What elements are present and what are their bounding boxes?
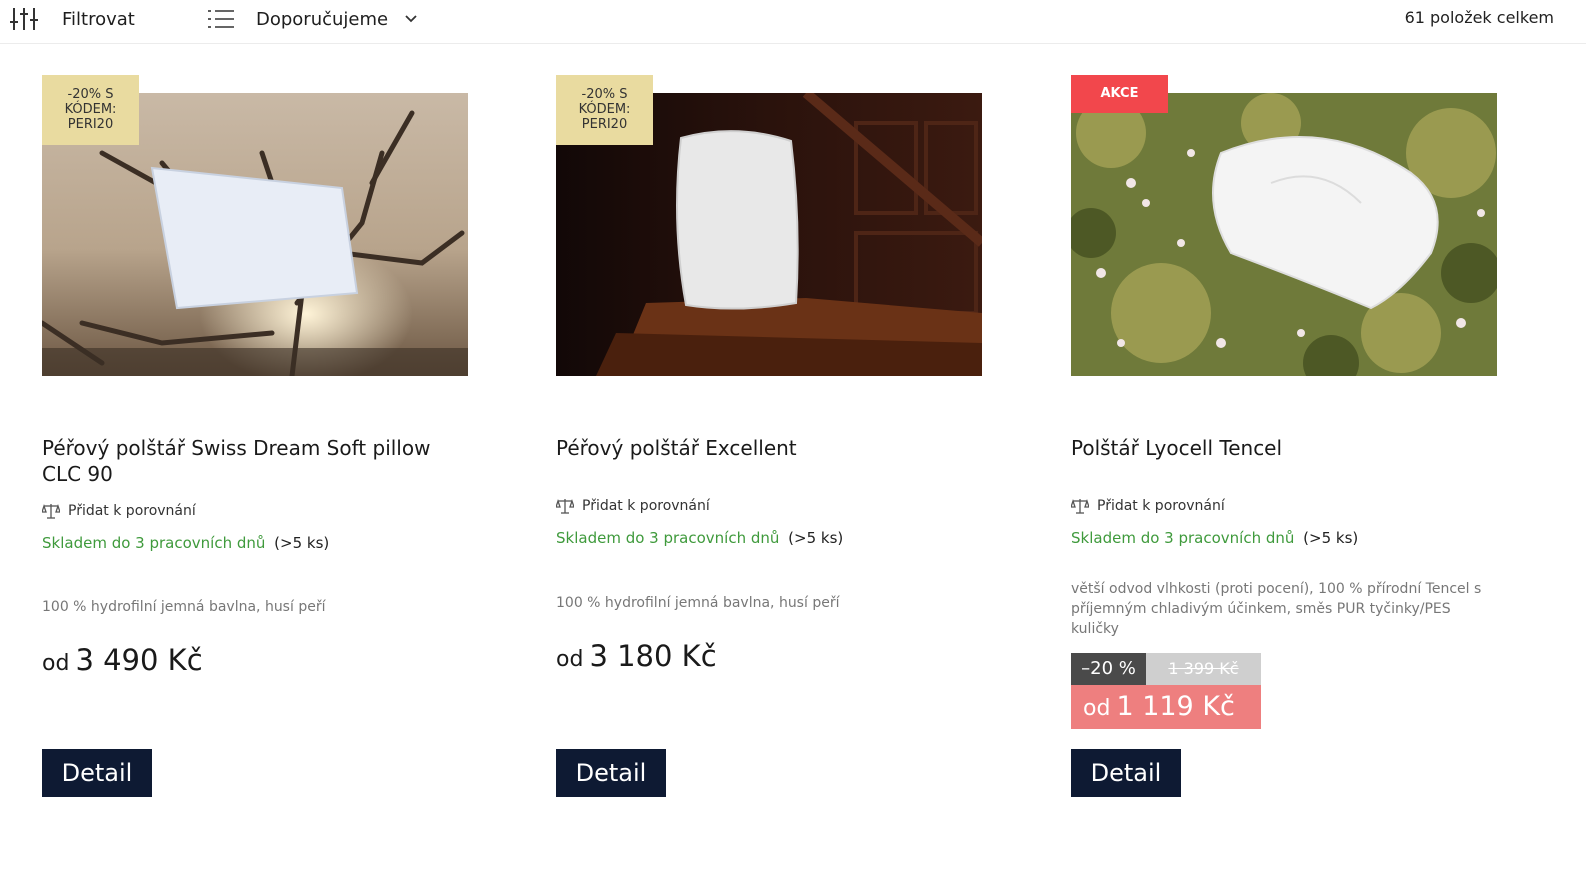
- add-to-compare[interactable]: Přidat k porovnání: [556, 498, 710, 514]
- detail-button[interactable]: Detail: [1071, 749, 1181, 797]
- detail-button[interactable]: Detail: [556, 749, 666, 797]
- promo-badge: -20% S KÓDEM: PERI20: [42, 75, 139, 145]
- product-description: 100 % hydrofilní jemná bavlna, husí peří: [556, 595, 840, 611]
- list-icon: [208, 10, 234, 28]
- product-title[interactable]: Péřový polštář Excellent: [556, 435, 976, 461]
- price-prefix: od: [556, 647, 584, 672]
- price-amount: 3 180 Kč: [589, 639, 717, 673]
- stock-qty: (>5 ks): [1303, 529, 1359, 547]
- price-amount: 3 490 Kč: [75, 643, 203, 677]
- scales-icon: [556, 498, 574, 514]
- stock-label: Skladem do 3 pracovních dnů: [1071, 529, 1295, 547]
- stock-status: Skladem do 3 pracovních dnů (>5 ks): [556, 529, 843, 547]
- price-prefix: od: [1083, 696, 1111, 721]
- price-amount: 1 119 Kč: [1116, 691, 1235, 722]
- compare-label: Přidat k porovnání: [1097, 498, 1225, 514]
- sort-dropdown[interactable]: Doporučujeme: [208, 5, 418, 33]
- detail-button[interactable]: Detail: [42, 749, 152, 797]
- product-title[interactable]: Péřový polštář Swiss Dream Soft pillow C…: [42, 435, 462, 487]
- chevron-down-icon: [405, 15, 417, 23]
- filter-button[interactable]: Filtrovat: [10, 5, 135, 33]
- discount-badge: –20 %: [1071, 653, 1146, 685]
- listing-toolbar: Filtrovat Doporučujeme 61 položek celkem: [0, 0, 1586, 44]
- scales-icon: [42, 503, 60, 519]
- sale-badge: AKCE: [1071, 75, 1168, 113]
- product-description: větší odvod vlhkosti (proti pocení), 100…: [1071, 581, 1482, 637]
- product-title[interactable]: Polštář Lyocell Tencel: [1071, 435, 1491, 461]
- promo-badge: -20% S KÓDEM: PERI20: [556, 75, 653, 145]
- stock-qty: (>5 ks): [788, 529, 844, 547]
- compare-label: Přidat k porovnání: [68, 503, 196, 519]
- compare-label: Přidat k porovnání: [582, 498, 710, 514]
- stock-status: Skladem do 3 pracovních dnů (>5 ks): [1071, 529, 1358, 547]
- old-price: 1 399 Kč: [1146, 653, 1261, 685]
- item-count: 61 položek celkem: [1404, 8, 1554, 27]
- stock-label: Skladem do 3 pracovních dnů: [42, 534, 266, 552]
- product-price: od 3 180 Kč: [556, 639, 717, 673]
- stock-qty: (>5 ks): [274, 534, 330, 552]
- product-image[interactable]: [1071, 93, 1497, 376]
- stock-status: Skladem do 3 pracovních dnů (>5 ks): [42, 534, 329, 552]
- stock-label: Skladem do 3 pracovních dnů: [556, 529, 780, 547]
- add-to-compare[interactable]: Přidat k porovnání: [1071, 498, 1225, 514]
- sale-price-box: –20 % 1 399 Kč od 1 119 Kč: [1071, 653, 1261, 729]
- filter-label: Filtrovat: [62, 8, 135, 30]
- sort-label: Doporučujeme: [256, 8, 389, 30]
- filter-sliders-icon: [10, 8, 38, 30]
- price-prefix: od: [42, 651, 70, 676]
- product-price: od 3 490 Kč: [42, 643, 203, 677]
- product-description: 100 % hydrofilní jemná bavlna, husí peří: [42, 599, 326, 615]
- scales-icon: [1071, 498, 1089, 514]
- add-to-compare[interactable]: Přidat k porovnání: [42, 503, 196, 519]
- sale-price: od 1 119 Kč: [1071, 685, 1261, 729]
